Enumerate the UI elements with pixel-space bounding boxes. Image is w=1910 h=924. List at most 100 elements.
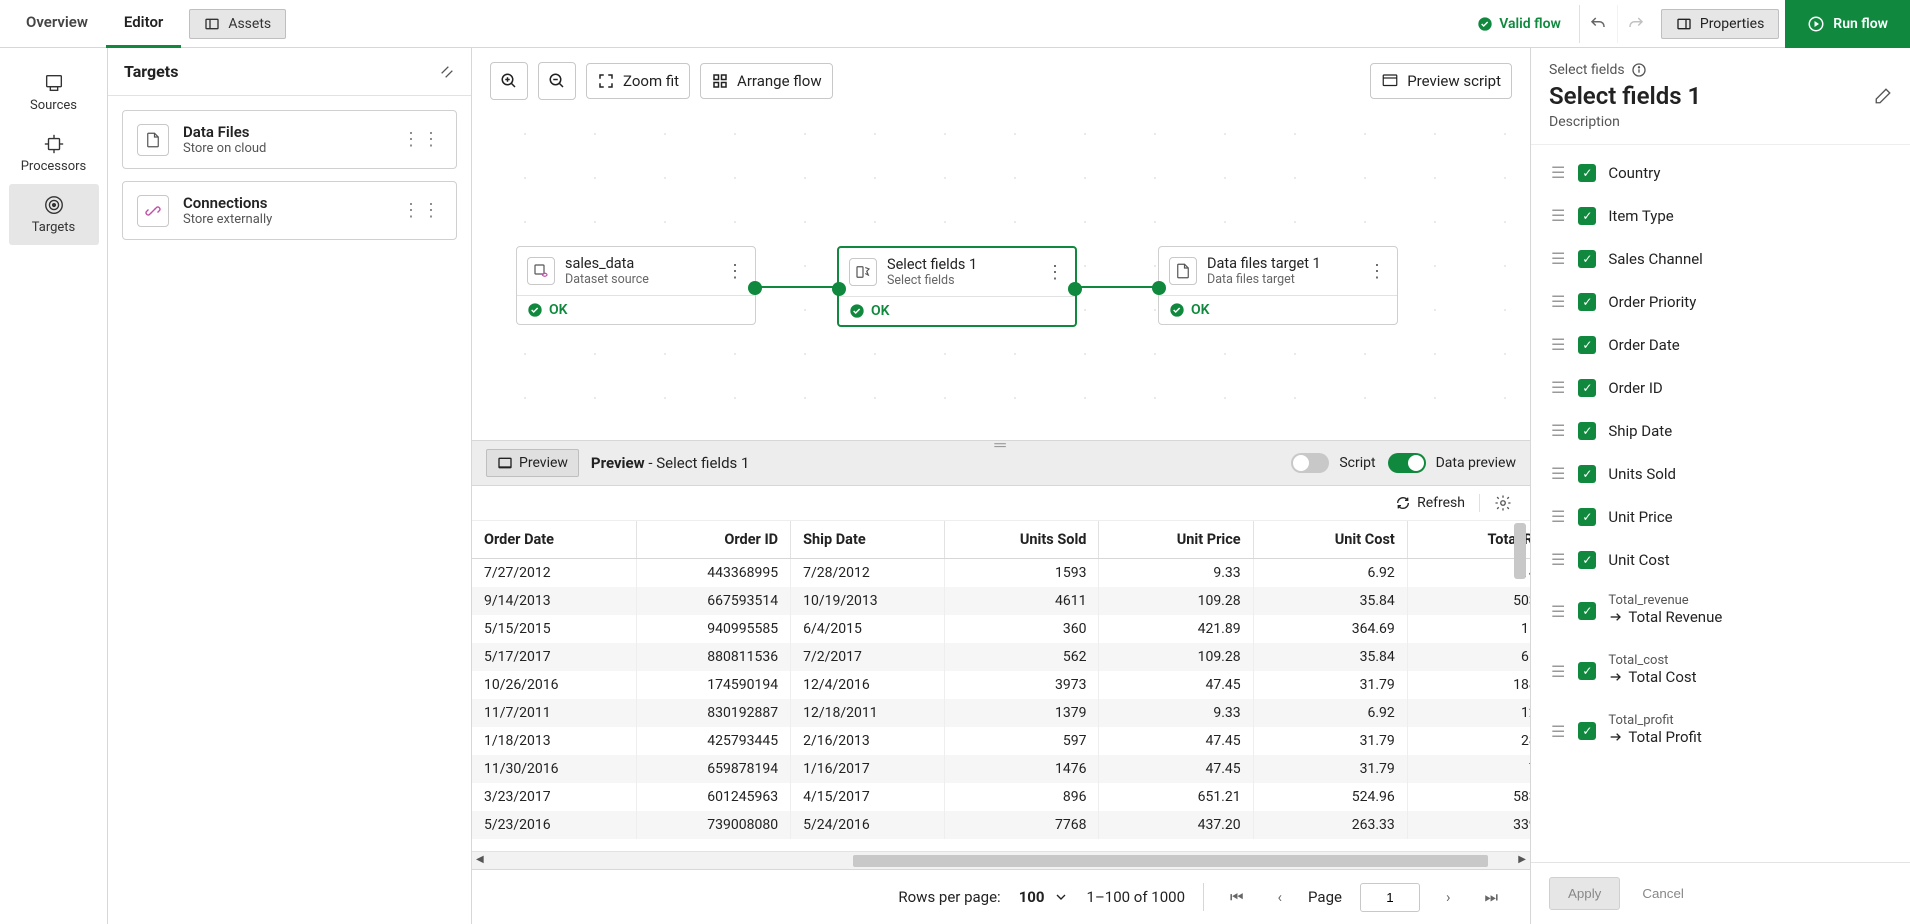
node-output-port[interactable] <box>748 281 762 295</box>
flow-node-select-fields[interactable]: Select fields 1 Select fields ⋮ OK <box>837 246 1077 327</box>
table-row[interactable]: 11/30/20166598781941/16/2017147647.4531.… <box>472 755 1530 783</box>
drag-handle-icon[interactable]: ☰ <box>1551 378 1566 397</box>
drag-handle-icon[interactable]: ☰ <box>1551 421 1566 440</box>
table-row[interactable]: 10/26/201617459019412/4/2016397347.4531.… <box>472 671 1530 699</box>
field-checkbox[interactable]: ✓ <box>1578 551 1596 569</box>
drag-handle-icon[interactable]: ☰ <box>1551 602 1566 621</box>
node-menu-button[interactable]: ⋮ <box>1046 262 1065 283</box>
field-row[interactable]: ☰✓Units Sold <box>1547 456 1894 491</box>
drag-handle-icon[interactable]: ☰ <box>1551 206 1566 225</box>
field-checkbox[interactable]: ✓ <box>1578 602 1596 620</box>
drag-handle-icon[interactable]: ☰ <box>1551 722 1566 741</box>
field-checkbox[interactable]: ✓ <box>1578 164 1596 182</box>
drag-handle-icon[interactable]: ☰ <box>1551 163 1566 182</box>
nav-targets[interactable]: Targets <box>9 184 99 245</box>
rename-button[interactable] <box>1874 87 1892 105</box>
node-menu-button[interactable]: ⋮ <box>726 261 745 282</box>
target-card-data-files[interactable]: Data Files Store on cloud ⋮⋮ <box>122 110 457 169</box>
refresh-button[interactable]: Refresh <box>1395 495 1465 511</box>
table-header[interactable]: Unit Cost <box>1253 521 1407 559</box>
run-flow-button[interactable]: Run flow <box>1785 0 1910 48</box>
tab-overview[interactable]: Overview <box>8 0 106 48</box>
flow-node-data-files-target[interactable]: Data files target 1 Data files target ⋮ … <box>1158 246 1398 325</box>
settings-button[interactable] <box>1479 494 1512 512</box>
table-header[interactable]: Unit Price <box>1099 521 1253 559</box>
table-row[interactable]: 7/27/20124433689957/28/201215939.336.921… <box>472 559 1530 588</box>
target-card-connections[interactable]: Connections Store externally ⋮⋮ <box>122 181 457 240</box>
field-checkbox[interactable]: ✓ <box>1578 336 1596 354</box>
drag-handle-icon[interactable]: ☰ <box>1551 662 1566 681</box>
drag-handle-icon[interactable]: ☰ <box>1551 464 1566 483</box>
flow-canvas[interactable]: sales_data Dataset source ⋮ OK Select fi… <box>490 112 1512 440</box>
drag-handle-icon[interactable]: ☰ <box>1551 249 1566 268</box>
node-output-port[interactable] <box>1068 282 1082 296</box>
drag-handle-icon[interactable]: ☰ <box>1551 335 1566 354</box>
drag-handle-icon[interactable]: ☰ <box>1551 550 1566 569</box>
node-input-port[interactable] <box>832 282 846 296</box>
collapse-panel-button[interactable] <box>439 64 455 80</box>
field-row[interactable]: ☰✓Order Date <box>1547 327 1894 362</box>
field-row[interactable]: ☰✓Unit Cost <box>1547 542 1894 577</box>
drag-handle-icon[interactable]: ☰ <box>1551 507 1566 526</box>
field-checkbox[interactable]: ✓ <box>1578 465 1596 483</box>
table-header[interactable]: Ship Date <box>791 521 945 559</box>
first-page-button[interactable]: ⏮ <box>1222 882 1252 912</box>
undo-button[interactable] <box>1579 5 1617 43</box>
drag-handle-icon[interactable]: ☰ <box>1551 292 1566 311</box>
field-checkbox[interactable]: ✓ <box>1578 207 1596 225</box>
field-checkbox[interactable]: ✓ <box>1578 379 1596 397</box>
preview-script-button[interactable]: Preview script <box>1370 63 1512 99</box>
field-row[interactable]: ☰✓Total_cost Total Cost <box>1547 645 1894 697</box>
cancel-button[interactable]: Cancel <box>1630 877 1696 910</box>
drag-handle-icon[interactable]: ⋮⋮ <box>402 129 442 150</box>
apply-button[interactable]: Apply <box>1549 877 1620 910</box>
table-row[interactable]: 1/18/20134257934452/16/201359747.4531.79… <box>472 727 1530 755</box>
assets-button[interactable]: Assets <box>189 9 286 39</box>
field-row[interactable]: ☰✓Total_profit Total Profit <box>1547 705 1894 757</box>
redo-button[interactable] <box>1617 5 1655 43</box>
nav-sources[interactable]: Sources <box>9 62 99 123</box>
table-header[interactable]: Order Date <box>472 521 636 559</box>
field-row[interactable]: ☰✓Ship Date <box>1547 413 1894 448</box>
last-page-button[interactable]: ⏭ <box>1476 882 1506 912</box>
field-row[interactable]: ☰✓Total_revenue Total Revenue <box>1547 585 1894 637</box>
table-header[interactable]: Units Sold <box>945 521 1099 559</box>
table-row[interactable]: 3/23/20176012459634/15/2017896651.21524.… <box>472 783 1530 811</box>
field-checkbox[interactable]: ✓ <box>1578 508 1596 526</box>
drag-handle-icon[interactable]: ⋮⋮ <box>402 200 442 221</box>
table-row[interactable]: 5/17/20178808115367/2/2017562109.2835.84… <box>472 643 1530 671</box>
vertical-scrollbar[interactable] <box>1514 521 1528 851</box>
zoom-out-button[interactable] <box>538 62 576 100</box>
properties-button[interactable]: Properties <box>1661 9 1779 39</box>
field-row[interactable]: ☰✓Sales Channel <box>1547 241 1894 276</box>
field-checkbox[interactable]: ✓ <box>1578 722 1596 740</box>
table-row[interactable]: 9/14/201366759351410/19/20134611109.2835… <box>472 587 1530 615</box>
flow-node-sales-data[interactable]: sales_data Dataset source ⋮ OK <box>516 246 756 325</box>
zoom-in-button[interactable] <box>490 62 528 100</box>
prev-page-button[interactable]: ‹ <box>1270 882 1291 912</box>
table-header[interactable]: Total Revenue <box>1407 521 1530 559</box>
field-checkbox[interactable]: ✓ <box>1578 662 1596 680</box>
arrange-flow-button[interactable]: Arrange flow <box>700 63 833 99</box>
field-row[interactable]: ☰✓Item Type <box>1547 198 1894 233</box>
next-page-button[interactable]: › <box>1438 882 1459 912</box>
table-row[interactable]: 11/7/201183019288712/18/201113799.336.92… <box>472 699 1530 727</box>
zoom-fit-button[interactable]: Zoom fit <box>586 63 690 99</box>
info-icon[interactable] <box>1631 62 1647 78</box>
page-number-input[interactable] <box>1360 883 1420 912</box>
data-preview-toggle[interactable] <box>1388 453 1426 473</box>
field-checkbox[interactable]: ✓ <box>1578 250 1596 268</box>
rows-per-page-select[interactable]: 100 <box>1019 888 1069 906</box>
field-row[interactable]: ☰✓Order Priority <box>1547 284 1894 319</box>
node-menu-button[interactable]: ⋮ <box>1368 261 1387 282</box>
nav-processors[interactable]: Processors <box>9 123 99 184</box>
field-checkbox[interactable]: ✓ <box>1578 422 1596 440</box>
field-row[interactable]: ☰✓Order ID <box>1547 370 1894 405</box>
data-table-wrapper[interactable]: Order DateOrder IDShip DateUnits SoldUni… <box>472 521 1530 851</box>
preview-toggle-button[interactable]: Preview <box>486 449 579 477</box>
node-input-port[interactable] <box>1152 281 1166 295</box>
tab-editor[interactable]: Editor <box>106 0 181 48</box>
field-row[interactable]: ☰✓Unit Price <box>1547 499 1894 534</box>
field-row[interactable]: ☰✓Country <box>1547 155 1894 190</box>
table-row[interactable]: 5/15/20159409955856/4/2015360421.89364.6… <box>472 615 1530 643</box>
